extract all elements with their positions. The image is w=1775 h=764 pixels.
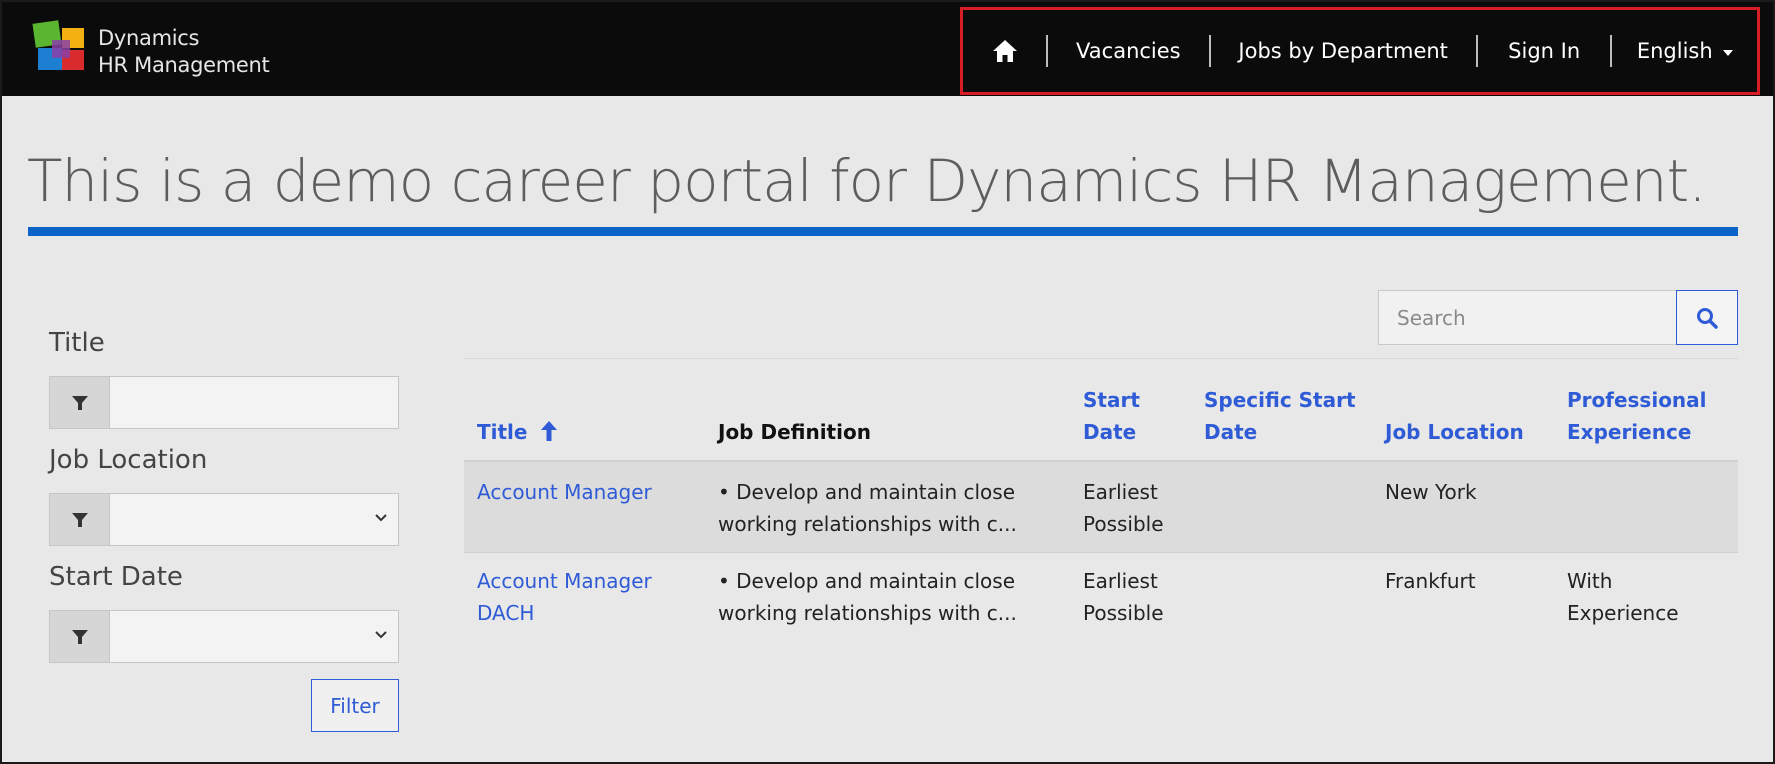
funnel-icon (71, 512, 88, 527)
page-title: This is a demo career portal for Dynamic… (27, 147, 1707, 215)
main-nav: Vacancies Jobs by Department Sign In Eng… (960, 7, 1760, 95)
brand-name-line2: HR Management (98, 53, 270, 77)
filter-title-label: Title (49, 328, 105, 358)
start-date-line1: Earliest (1083, 569, 1158, 593)
caret-down-icon (1722, 49, 1733, 56)
job-definition-line2: working relationships with c... (718, 601, 1017, 625)
filter-location-label: Job Location (49, 445, 208, 475)
language-label: English (1636, 39, 1713, 63)
job-title-link[interactable]: Account Manager (477, 476, 652, 508)
job-title-line1: Account Manager (477, 569, 652, 593)
filter-start-date-label: Start Date (49, 562, 183, 592)
column-header-specific-start-date[interactable]: Specific Start Date (1204, 384, 1356, 448)
column-header-professional-experience[interactable]: Professional Experience (1567, 384, 1707, 448)
start-date-cell: Earliest Possible (1083, 565, 1164, 629)
job-definition-line1: • Develop and maintain close (718, 569, 1016, 593)
column-header-experience-line2: Experience (1567, 420, 1692, 444)
sort-ascending-icon (541, 421, 558, 441)
top-navbar: Dynamics HR Management Vacancies Jobs by… (2, 2, 1773, 96)
column-header-job-definition: Job Definition (718, 420, 871, 444)
nav-sign-in[interactable]: Sign In (1478, 10, 1611, 92)
column-header-experience-line1: Professional (1567, 388, 1707, 412)
job-definition-cell: • Develop and maintain close working rel… (718, 476, 1017, 540)
column-header-job-location[interactable]: Job Location (1385, 416, 1524, 448)
location-filter-toggle[interactable] (50, 494, 110, 545)
job-definition-line1: • Develop and maintain close (718, 480, 1016, 504)
title-filter-toggle[interactable] (50, 377, 110, 428)
job-title-link[interactable]: Account Manager DACH (477, 565, 652, 629)
nav-jobs-by-department[interactable]: Jobs by Department (1211, 10, 1476, 92)
start-date-filter-toggle[interactable] (50, 611, 110, 662)
column-header-specific-line1: Specific Start (1204, 388, 1356, 412)
experience-line1: With (1567, 569, 1613, 593)
language-dropdown[interactable]: English (1612, 10, 1757, 92)
search-button[interactable] (1676, 290, 1738, 345)
filter-button[interactable]: Filter (311, 679, 399, 732)
logo-icon (32, 20, 84, 70)
brand-name-line1: Dynamics (98, 26, 200, 50)
chevron-down-icon (375, 631, 387, 639)
chevron-down-icon (375, 514, 387, 522)
job-location-cell: New York (1385, 480, 1477, 504)
column-header-start-date-line2: Date (1083, 420, 1137, 444)
column-header-start-date[interactable]: Start Date (1083, 384, 1140, 448)
column-header-title[interactable]: Title (477, 416, 558, 448)
job-title-line2: DACH (477, 601, 535, 625)
brand-logo[interactable]: Dynamics HR Management (32, 18, 292, 82)
start-date-cell: Earliest Possible (1083, 476, 1164, 540)
job-definition-line2: working relationships with c... (718, 512, 1017, 536)
job-location-cell: Frankfurt (1385, 569, 1476, 593)
start-date-filter-field (49, 610, 399, 663)
job-title-line1: Account Manager (477, 480, 652, 504)
experience-cell: With Experience (1567, 565, 1679, 629)
location-filter-field (49, 493, 399, 546)
search-icon (1697, 307, 1718, 329)
nav-home-link[interactable] (963, 10, 1046, 92)
start-date-line1: Earliest (1083, 480, 1158, 504)
start-date-filter-select[interactable] (110, 611, 398, 662)
column-header-title-label: Title (477, 420, 528, 444)
nav-vacancies[interactable]: Vacancies (1048, 10, 1208, 92)
column-header-start-date-line1: Start (1083, 388, 1140, 412)
title-filter-input[interactable] (110, 377, 398, 428)
title-underline (28, 227, 1738, 236)
title-filter-field (49, 376, 399, 429)
funnel-icon (71, 629, 88, 644)
page-frame: Dynamics HR Management Vacancies Jobs by… (0, 0, 1775, 764)
start-date-line2: Possible (1083, 601, 1164, 625)
location-filter-select[interactable] (110, 494, 398, 545)
search-placeholder: Search (1397, 306, 1466, 330)
experience-line2: Experience (1567, 601, 1679, 625)
column-header-specific-line2: Date (1204, 420, 1258, 444)
funnel-icon (71, 395, 88, 410)
job-definition-cell: • Develop and maintain close working rel… (718, 565, 1017, 629)
start-date-line2: Possible (1083, 512, 1164, 536)
home-icon (992, 40, 1017, 62)
table-top-divider (464, 358, 1738, 359)
